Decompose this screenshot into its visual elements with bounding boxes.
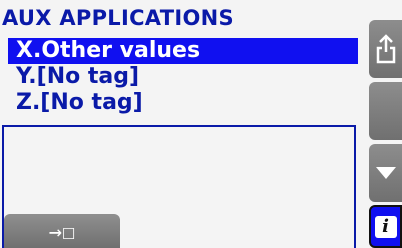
info-icon: i xyxy=(374,215,397,238)
enter-icon: →☐ xyxy=(48,219,76,245)
list-item-y[interactable]: Y.[No tag] xyxy=(8,64,358,90)
scroll-down-button[interactable] xyxy=(369,144,402,202)
chevron-down-icon xyxy=(375,167,396,179)
export-icon xyxy=(376,34,395,64)
applications-list: X.Other values Y.[No tag] Z.[No tag] xyxy=(8,38,358,116)
list-item-x[interactable]: X.Other values xyxy=(8,38,358,64)
aux-applications-screen: AUX APPLICATIONS X.Other values Y.[No ta… xyxy=(0,0,402,248)
blank-side-button[interactable] xyxy=(369,82,402,140)
page-title: AUX APPLICATIONS xyxy=(2,6,234,30)
info-button[interactable]: i xyxy=(369,205,402,248)
export-button[interactable] xyxy=(369,20,402,78)
enter-button[interactable]: →☐ xyxy=(4,214,120,248)
list-item-z[interactable]: Z.[No tag] xyxy=(8,90,358,116)
